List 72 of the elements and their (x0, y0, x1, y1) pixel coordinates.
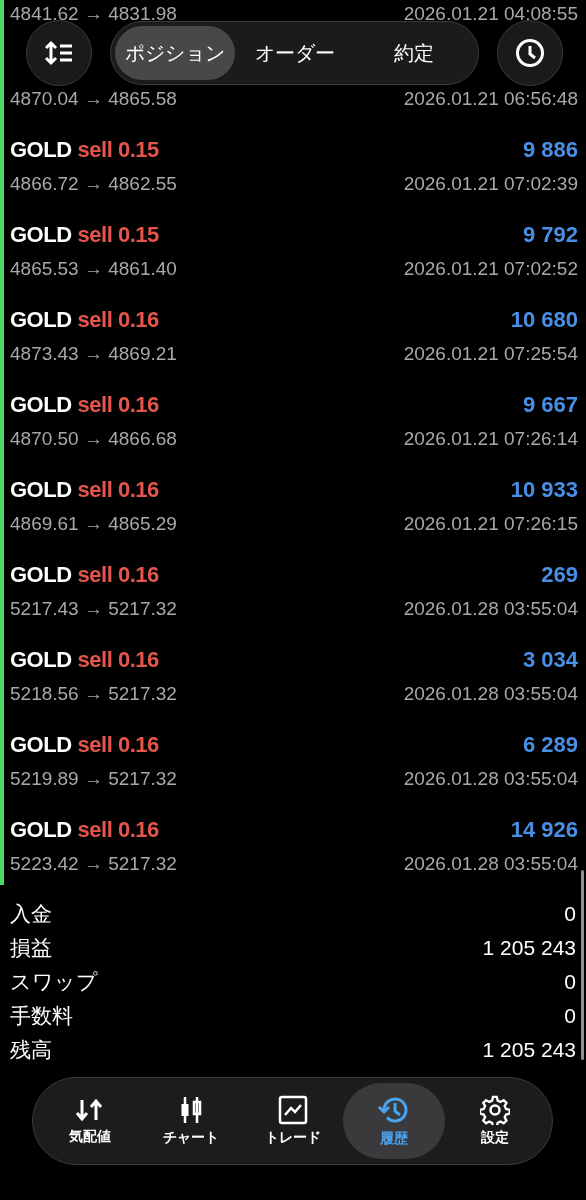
sort-icon (44, 40, 74, 66)
line-chart-icon (277, 1095, 308, 1125)
summary-value: 1 205 243 (482, 936, 576, 960)
profit-value: 9 792 (522, 222, 578, 248)
deal-type: sell 0.16 (77, 392, 159, 418)
nav-item[interactable]: 気配値 (39, 1083, 141, 1159)
symbol-label: GOLD (10, 392, 72, 418)
deal-time: 2026.01.28 03:55:04 (403, 683, 578, 705)
candlestick-icon (179, 1095, 204, 1125)
profit-value: 9 667 (522, 392, 578, 418)
summary-value: 0 (564, 1004, 576, 1028)
deal-type: sell 0.16 (77, 732, 159, 758)
tab[interactable]: オーダー (234, 26, 355, 80)
deal-time: 2026.01.21 07:02:52 (403, 258, 578, 280)
clock-icon (515, 38, 545, 68)
deal-time: 2026.01.21 07:02:39 (403, 173, 578, 195)
price-range: 5219.89 → 5217.32 (10, 768, 177, 790)
symbol-label: GOLD (10, 732, 72, 758)
profit-value: 6 289 (522, 732, 578, 758)
price-range: 4873.43 → 4869.21 (10, 343, 177, 365)
summary-label: 入金 (10, 901, 52, 927)
price-range: 5218.56 → 5217.32 (10, 683, 177, 705)
symbol-label: GOLD (10, 222, 72, 248)
tab[interactable]: ポジション (115, 26, 235, 80)
nav-item[interactable]: 設定 (444, 1083, 547, 1159)
deal-type: sell 0.16 (77, 817, 159, 843)
deal-time: 2026.01.21 06:56:48 (403, 88, 578, 110)
deal-time: 2026.01.21 07:25:54 (403, 343, 578, 365)
price-range: 4869.61 → 4865.29 (10, 513, 177, 535)
price-range: 4870.50 → 4866.68 (10, 428, 177, 450)
summary-label: スワップ (10, 969, 98, 995)
deal-time: 2026.01.28 03:55:04 (403, 598, 578, 620)
summary-value: 0 (564, 970, 576, 994)
price-range: 4865.53 → 4861.40 (10, 258, 177, 280)
deal-type: sell 0.15 (77, 137, 159, 163)
nav-item[interactable]: 履歴 (343, 1083, 445, 1159)
deal-type: sell 0.16 (77, 647, 159, 673)
profit-value: 3 034 (522, 647, 578, 673)
summary-label: 損益 (10, 935, 52, 961)
deal-time: 2026.01.21 07:26:14 (403, 428, 578, 450)
deal-type: sell 0.16 (77, 307, 159, 333)
price-range: 4866.72 → 4862.55 (10, 173, 177, 195)
tab[interactable]: 約定 (354, 26, 474, 80)
price-range: 4870.04 → 4865.58 (10, 88, 177, 110)
deal-time: 2026.01.21 04:08:55 (403, 3, 578, 25)
profit-value: 14 926 (510, 817, 578, 843)
profit-value: 10 933 (510, 477, 578, 503)
deal-time: 2026.01.21 07:26:15 (403, 513, 578, 535)
symbol-label: GOLD (10, 477, 72, 503)
deal-time: 2026.01.28 03:55:04 (403, 768, 578, 790)
symbol-label: GOLD (10, 647, 72, 673)
nav-item[interactable]: トレード (241, 1083, 344, 1159)
summary-label: 手数料 (10, 1003, 73, 1029)
symbol-label: GOLD (10, 562, 72, 588)
summary-value: 0 (564, 902, 576, 926)
symbol-label: GOLD (10, 137, 72, 163)
symbol-label: GOLD (10, 307, 72, 333)
deal-type: sell 0.16 (77, 562, 159, 588)
deal-type: sell 0.15 (77, 222, 159, 248)
summary-value: 1 205 243 (482, 1038, 576, 1062)
summary-label: 残高 (10, 1037, 52, 1063)
profit-value: 269 (541, 562, 578, 588)
deal-time: 2026.01.28 03:55:04 (403, 853, 578, 875)
price-range: 5217.43 → 5217.32 (10, 598, 177, 620)
profit-value: 9 886 (522, 137, 578, 163)
profit-value: 10 680 (510, 307, 578, 333)
settings-icon (480, 1095, 511, 1125)
symbol-label: GOLD (10, 817, 72, 843)
nav-item[interactable]: チャート (140, 1083, 242, 1159)
deal-type: sell 0.16 (77, 477, 159, 503)
price-range: 5223.42 → 5217.32 (10, 853, 177, 875)
price-range: 4841.62 → 4831.98 (10, 3, 177, 25)
